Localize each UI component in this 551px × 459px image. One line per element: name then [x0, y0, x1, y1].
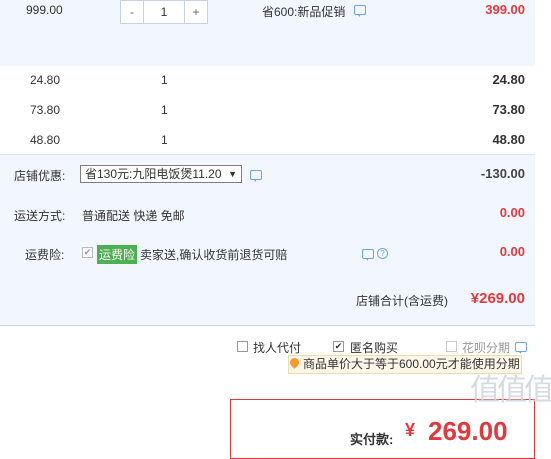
store-total-label: 店铺合计(含运费)	[356, 294, 448, 308]
item-price: 24.80	[30, 73, 61, 87]
store-discount-label: 店铺优惠:	[14, 169, 66, 183]
store-discount-amount: -130.00	[480, 166, 525, 181]
decrease-button[interactable]: -	[121, 1, 144, 23]
quantity-input[interactable]: 1	[144, 1, 184, 23]
quantity-stepper[interactable]: - 1 +	[120, 0, 208, 24]
item-price: 73.80	[30, 103, 61, 117]
currency-symbol: ¥	[405, 420, 416, 440]
store-discount-select[interactable]: 省130元:九阳电饭煲11.20 ▼	[80, 165, 242, 183]
anonymous-label: 匿名购买	[350, 341, 399, 355]
row-subtotal: 399.00	[485, 2, 525, 17]
insurance-amount: 0.00	[499, 244, 525, 259]
insurance-label: 运费险:	[25, 248, 65, 262]
shipping-label: 运送方式:	[14, 209, 66, 223]
item-qty: 1	[161, 133, 168, 147]
item-subtotal: 48.80	[492, 132, 525, 147]
chat-icon[interactable]	[515, 342, 527, 354]
huabei-checkbox[interactable]	[446, 341, 457, 352]
insurance-checkbox[interactable]: ✔	[82, 247, 93, 258]
unit-price: 999.00	[26, 3, 63, 17]
item-qty: 1	[161, 103, 168, 117]
shipping-amount: 0.00	[499, 205, 525, 220]
item-subtotal: 24.80	[492, 72, 525, 87]
chat-icon[interactable]	[362, 249, 374, 261]
watermark-logo: 值值值	[470, 374, 551, 407]
store-total-amount: ¥269.00	[470, 290, 525, 307]
promo-text: 省600:新品促销	[262, 5, 346, 19]
chat-icon[interactable]	[354, 5, 366, 17]
chat-icon[interactable]	[250, 170, 262, 182]
item-qty: 1	[161, 73, 168, 87]
proxy-pay-label: 找人代付	[253, 341, 302, 355]
item-price: 48.80	[30, 133, 61, 147]
help-icon[interactable]: ?	[377, 248, 388, 259]
items-band	[0, 66, 535, 154]
anonymous-checkbox[interactable]: ✔	[333, 341, 344, 352]
proxy-pay-checkbox[interactable]	[237, 341, 248, 352]
huabei-label: 花呗分期	[462, 341, 511, 355]
actual-payment-amount: 269.00	[428, 416, 508, 446]
chevron-down-icon: ▼	[228, 169, 237, 179]
actual-payment-label: 实付款:	[350, 432, 394, 447]
increase-button[interactable]: +	[184, 1, 207, 23]
store-discount-selected: 省130元:九阳电饭煲11.20	[85, 167, 222, 181]
item-subtotal: 73.80	[492, 102, 525, 117]
shipping-method: 普通配送 快递 免邮	[82, 209, 185, 223]
insurance-text: 卖家送,确认收货前退货可赔	[140, 248, 288, 262]
insurance-tag: 运费险	[97, 245, 138, 264]
